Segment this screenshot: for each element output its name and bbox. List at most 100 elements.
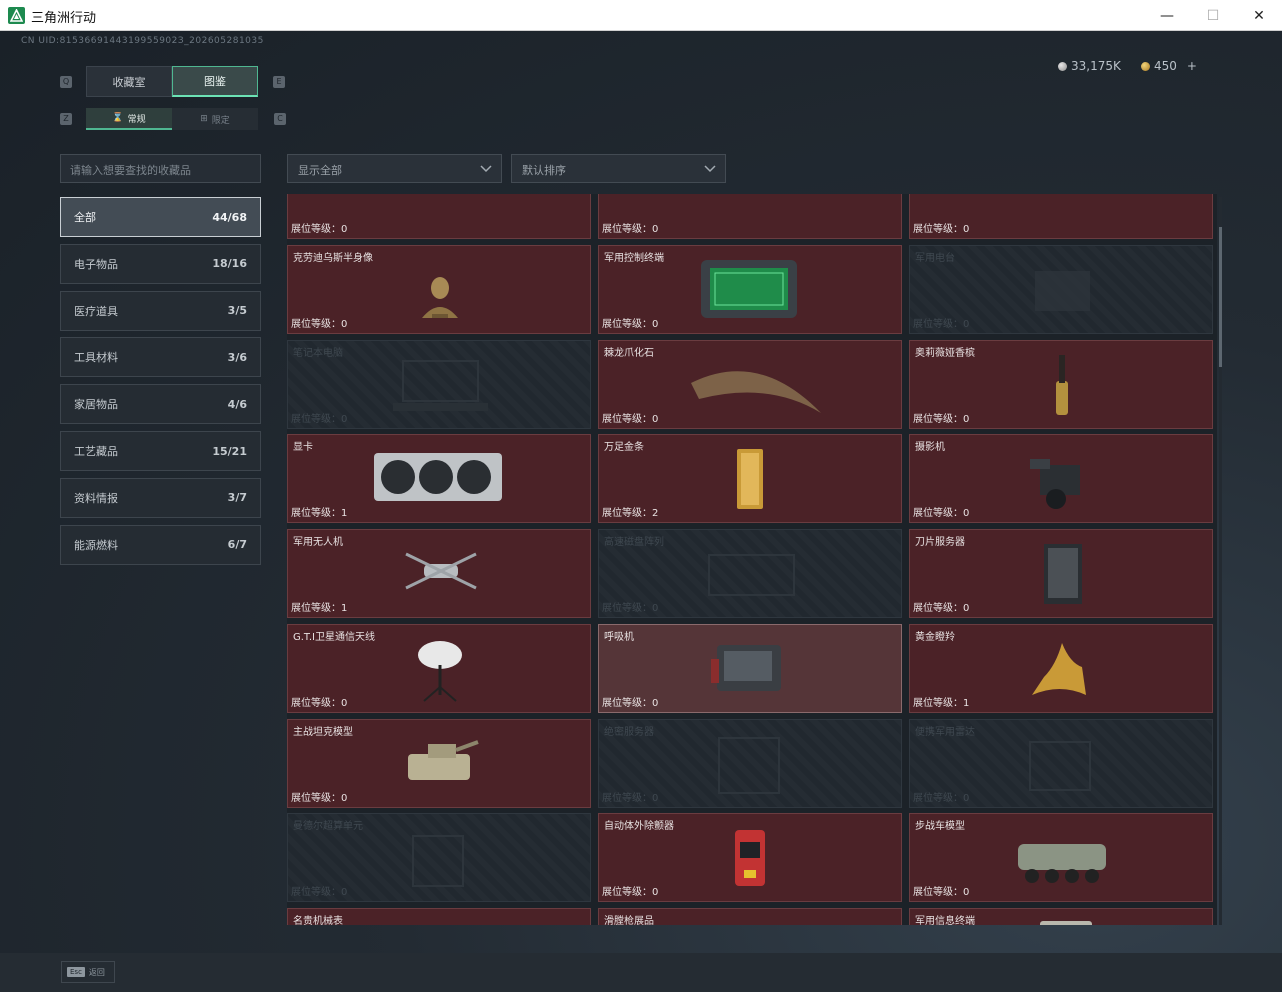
key-c-hint: C (274, 113, 286, 125)
maximize-button[interactable]: ☐ (1190, 0, 1236, 31)
collection-card[interactable]: 军用控制终端 展位等级：0 (598, 245, 902, 334)
collection-card[interactable]: 黄金瞪羚展位等级：1 (909, 623, 1213, 713)
card-level: 展位等级：0 (291, 697, 348, 709)
card-name: 呼吸机 (604, 631, 634, 643)
filter-dropdown[interactable]: 显示全部 (287, 154, 502, 183)
category-label: 全部 (74, 211, 96, 224)
card-level: 展位等级：0 (913, 224, 970, 235)
category-label: 能源燃料 (74, 538, 118, 552)
card-level: 展位等级：0 (602, 224, 659, 235)
category-count: 15/21 (212, 444, 247, 458)
silver-coin-icon (1058, 61, 1067, 71)
tab-atlas[interactable]: 图鉴 (172, 66, 258, 97)
category-label: 家居物品 (74, 398, 118, 412)
collection-card[interactable]: 呼吸机展位等级：0 (598, 623, 902, 713)
card-name: 棘龙爪化石 (604, 347, 654, 359)
category-item[interactable]: 家居物品 4/6 (60, 384, 261, 425)
sort-dropdown-label: 默认排序 (522, 164, 566, 177)
card-level: 展位等级：0 (913, 508, 970, 520)
collection-card[interactable]: 滑膛枪展品 (598, 907, 902, 925)
collection-card[interactable]: 名贵机械表 (287, 907, 591, 925)
collection-card[interactable]: 主战坦克模型 展位等级：0 (287, 718, 591, 808)
collection-card[interactable]: 步战车模型 展位等级：0 (909, 813, 1213, 903)
card-level: 展位等级：0 (291, 792, 348, 804)
category-item[interactable]: 全部 44/68 (60, 197, 261, 237)
minimize-button[interactable]: — (1144, 0, 1190, 31)
collection-card[interactable]: 摄影机 展位等级：0 (909, 434, 1213, 524)
collection-card[interactable]: 棘龙爪化石展位等级：0 (598, 339, 902, 429)
sort-dropdown[interactable]: 默认排序 (511, 154, 726, 183)
grid-scrollbar-thumb[interactable] (1219, 227, 1222, 367)
category-count: 6/7 (227, 538, 247, 552)
subtab-limited[interactable]: ⊞ 限定 (172, 108, 258, 130)
card-name: 军用控制终端 (604, 253, 664, 264)
game-stage: CN UID:8153669144319955902З_202605281035… (0, 31, 1282, 992)
collection-card[interactable]: 高速磁盘阵列 展位等级：0 (598, 529, 902, 619)
add-gold-button[interactable]: + (1187, 59, 1197, 73)
card-name: 笔记本电脑 (293, 347, 343, 359)
card-name: 刀片服务器 (915, 537, 965, 549)
collection-card[interactable]: 笔记本电脑展位等级：0 (287, 339, 591, 429)
card-name: G.T.I卫星通信天线 (293, 631, 375, 643)
card-name: 黄金瞪羚 (915, 631, 955, 643)
collection-card[interactable]: 军用无人机 展位等级：1 (287, 529, 591, 619)
gold-coin-icon (1141, 61, 1150, 71)
esc-key-icon: Esc (67, 967, 85, 977)
card-name: 曼德尔超算单元 (293, 821, 363, 833)
card-level: 展位等级：0 (602, 887, 659, 899)
category-item[interactable]: 电子物品 18/16 (60, 243, 261, 284)
card-level: 展位等级：0 (602, 413, 659, 425)
collection-card[interactable]: G.T.I卫星通信天线 展位等级：0 (287, 623, 591, 713)
card-level: 展位等级：1 (913, 697, 970, 709)
category-count: 3/5 (227, 304, 247, 318)
collection-card[interactable]: 军用信息终端 (909, 907, 1213, 925)
card-level: 展位等级：0 (913, 319, 970, 330)
collection-card[interactable]: 曼德尔超算单元 展位等级：0 (287, 813, 591, 903)
card-name: 万足金条 (604, 442, 644, 454)
card-level: 展位等级：0 (291, 413, 348, 425)
category-item[interactable]: 资料情报 3/7 (60, 477, 261, 518)
window-title: 三角洲行动 (31, 11, 97, 26)
category-item[interactable]: 工具材料 3/6 (60, 337, 261, 378)
collection-card[interactable]: 展位等级：0 (287, 194, 591, 239)
card-name: 绝密服务器 (604, 726, 654, 738)
collection-card[interactable]: 奥莉薇娅香槟 展位等级：0 (909, 339, 1213, 429)
collection-card[interactable]: 展位等级：0 (598, 194, 902, 239)
silver-balance: 33,175K (1058, 59, 1121, 73)
card-name: 滑膛枪展品 (604, 915, 654, 925)
limited-icon: ⊞ (200, 114, 208, 124)
collection-card[interactable]: 刀片服务器 展位等级：0 (909, 529, 1213, 619)
back-button[interactable]: Esc 返回 (61, 961, 115, 983)
key-e-hint: E (273, 76, 285, 88)
category-count: 44/68 (212, 210, 247, 224)
category-label: 电子物品 (74, 257, 118, 271)
tab-collection[interactable]: 收藏室 (86, 66, 172, 97)
card-level: 展位等级：0 (602, 697, 659, 709)
collection-card[interactable]: 克劳迪乌斯半身像 展位等级：0 (287, 245, 591, 334)
collection-card[interactable]: 万足金条展位等级：2 (598, 434, 902, 524)
card-level: 展位等级：0 (291, 319, 348, 330)
gold-balance: 450 + (1141, 59, 1197, 73)
category-label: 工艺藏品 (74, 445, 118, 458)
subtab-limited-label: 限定 (211, 115, 230, 126)
category-item[interactable]: 能源燃料 6/7 (60, 524, 261, 565)
collection-card[interactable]: 绝密服务器 展位等级：0 (598, 718, 902, 808)
category-item[interactable]: 工艺藏品 15/21 (60, 431, 261, 471)
search-input[interactable]: 请输入想要查找的收藏品 (60, 154, 261, 183)
collection-card[interactable]: 展位等级：0 (909, 194, 1213, 239)
close-button[interactable]: ✕ (1236, 0, 1282, 31)
card-name: 显卡 (293, 442, 313, 454)
category-item[interactable]: 医疗道具 3/5 (60, 290, 261, 331)
card-level: 展位等级：0 (291, 224, 348, 235)
category-count: 18/16 (212, 257, 247, 271)
collection-card[interactable]: 军用电台 展位等级：0 (909, 245, 1213, 334)
collection-card[interactable]: 便携军用雷达 展位等级：0 (909, 718, 1213, 808)
collection-card[interactable]: 显卡 展位等级：1 (287, 434, 591, 524)
subtab-normal[interactable]: ⌛ 常规 (86, 108, 172, 130)
card-name: 步战车模型 (915, 821, 965, 833)
window-titlebar: 三角洲行动 — ☐ ✕ (0, 0, 1282, 31)
collection-grid: 展位等级：0 展位等级：0 展位等级：0 克劳迪乌斯半身像 展位等级：0 军用控制终端 展位… (287, 194, 1217, 925)
card-level: 展位等级：2 (602, 508, 659, 520)
collection-card[interactable]: 自动体外除颤器 展位等级：0 (598, 813, 902, 903)
card-name: 便携军用雷达 (915, 726, 975, 738)
